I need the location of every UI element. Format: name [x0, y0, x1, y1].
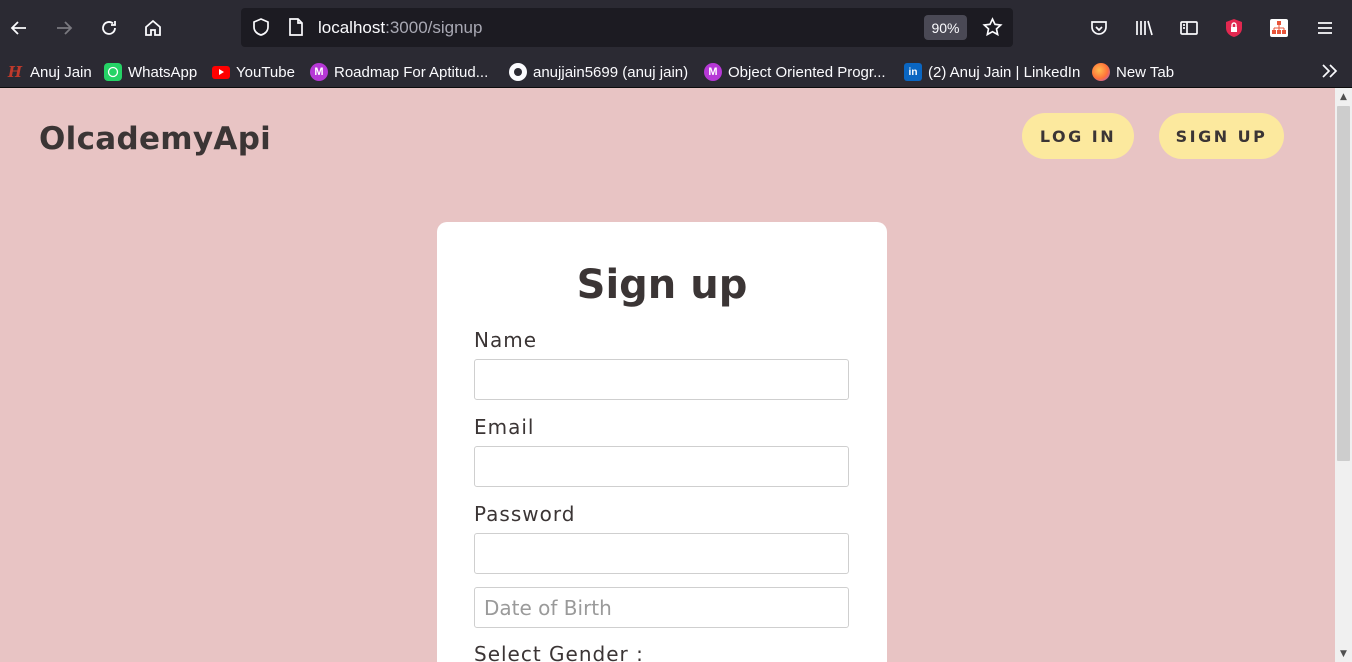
arrow-right-icon [57, 21, 73, 35]
bookmark-label: WhatsApp [128, 63, 198, 81]
gender-label: Select Gender : [474, 642, 644, 662]
form-title: Sign up [576, 262, 748, 308]
bookmark-linkedin[interactable]: in (2) Anuj Jain | LinkedIn [904, 61, 1080, 83]
m-icon: M [310, 63, 328, 81]
browser-toolbar: localhost:3000/signup 90% [0, 0, 1352, 56]
whatsapp-icon [104, 63, 122, 81]
bookmark-label: YouTube [236, 63, 295, 81]
page-viewport: OlcademyApi LOG IN SIGN UP Sign up Name … [0, 88, 1352, 662]
bookmark-label: (2) Anuj Jain | LinkedIn [928, 63, 1081, 81]
bookmark-label: New Tab [1116, 63, 1175, 81]
bookmarks-overflow-button[interactable] [1319, 60, 1339, 82]
lock-shield-icon [1226, 19, 1242, 37]
shield-icon [253, 18, 269, 36]
scroll-down-arrow[interactable]: ▼ [1335, 645, 1352, 662]
bookmark-anuj-jain[interactable]: H Anuj Jain [6, 61, 92, 83]
bookmark-label: Roadmap For Aptitud... [334, 63, 489, 81]
back-button[interactable] [3, 12, 35, 44]
star-icon[interactable] [982, 17, 1003, 38]
signup-card: Sign up Name Email Password Select Gende… [437, 222, 887, 662]
signup-button[interactable]: SIGN UP [1159, 113, 1284, 159]
vertical-scrollbar[interactable]: ▲ ▼ [1335, 88, 1352, 662]
sidebar-button[interactable] [1173, 12, 1205, 44]
bookmark-label: anujjain5699 (anuj jain) [533, 63, 689, 81]
extension-lock-button[interactable] [1218, 12, 1250, 44]
bookmark-whatsapp[interactable]: WhatsApp [104, 61, 197, 83]
sitemap-icon [1270, 19, 1288, 37]
m-icon: M [704, 63, 722, 81]
linkedin-icon: in [904, 63, 922, 81]
home-icon [145, 19, 161, 36]
pocket-button[interactable] [1083, 12, 1115, 44]
menu-button[interactable] [1309, 12, 1341, 44]
scrollbar-thumb[interactable] [1337, 106, 1350, 461]
forward-button[interactable] [48, 12, 80, 44]
url-host: localhost [318, 18, 386, 37]
zoom-level-badge[interactable]: 90% [924, 15, 967, 40]
sidebar-icon [1180, 21, 1198, 35]
name-label: Name [474, 328, 538, 352]
password-label: Password [474, 502, 576, 526]
name-input[interactable] [474, 359, 849, 400]
email-input[interactable] [474, 446, 849, 487]
firefox-icon [1092, 63, 1110, 81]
bookmark-label: Object Oriented Progr... [728, 63, 886, 81]
scroll-up-arrow[interactable]: ▲ [1335, 88, 1352, 105]
bookmark-roadmap[interactable]: M Roadmap For Aptitud... [310, 61, 488, 83]
email-label: Email [474, 415, 535, 439]
arrow-left-icon [10, 21, 26, 35]
extension-sitemap-button[interactable] [1263, 12, 1295, 44]
page-icon [289, 18, 303, 36]
site-brand[interactable]: OlcademyApi [39, 121, 271, 157]
url-path: :3000/signup [385, 18, 483, 37]
library-button[interactable] [1128, 12, 1160, 44]
github-icon [509, 63, 527, 81]
hackerrank-h-icon: H [7, 63, 23, 81]
bookmark-github[interactable]: anujjain5699 (anuj jain) [509, 61, 688, 83]
youtube-icon [212, 65, 230, 79]
address-bar[interactable]: localhost:3000/signup 90% [241, 8, 1013, 47]
reload-button[interactable] [93, 12, 125, 44]
pocket-icon [1091, 21, 1107, 35]
double-chevron-right-icon [1322, 64, 1338, 78]
hamburger-icon [1318, 22, 1332, 34]
password-input[interactable] [474, 533, 849, 574]
date-of-birth-input[interactable] [474, 587, 849, 628]
bookmarks-toolbar: H Anuj Jain WhatsApp YouTube M Roadmap F… [0, 56, 1352, 88]
bookmark-label: Anuj Jain [30, 63, 92, 81]
login-button[interactable]: LOG IN [1022, 113, 1134, 159]
bookmark-new-tab[interactable]: New Tab [1092, 61, 1174, 83]
reload-icon [102, 21, 116, 35]
bookmark-youtube[interactable]: YouTube [212, 61, 295, 83]
url-text: localhost:3000/signup [318, 18, 482, 38]
library-icon [1136, 20, 1153, 36]
home-button[interactable] [137, 12, 169, 44]
bookmark-oop[interactable]: M Object Oriented Progr... [704, 61, 886, 83]
